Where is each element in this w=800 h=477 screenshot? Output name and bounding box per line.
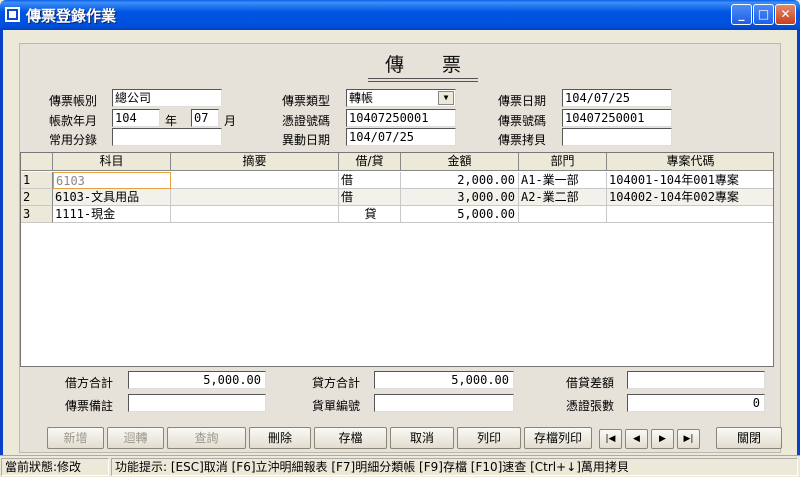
voucher-date-field[interactable]: 104/07/25 [562,89,672,107]
amount-cell[interactable]: 5,000.00 [401,206,519,223]
save-button[interactable]: 存檔 [314,427,387,449]
year-field[interactable]: 104 [112,109,160,127]
common-entry-label: 常用分錄 [49,133,98,147]
summary-cell[interactable] [171,206,339,223]
change-date-field[interactable]: 104/07/25 [346,128,456,146]
credit-total-field: 5,000.00 [374,371,514,389]
column-header[interactable]: 借/貸 [339,153,401,171]
column-header[interactable]: 部門 [519,153,607,171]
credit-total-label: 貸方合計 [312,376,361,390]
common-entry-field[interactable] [112,128,222,146]
diff-field [627,371,765,389]
order-no-field[interactable] [374,394,514,412]
table-row[interactable]: 2 6103-文具用品 借 3,000.00 A2-業二部 104002-104… [21,189,773,206]
voucher-copy-label: 傳票拷貝 [498,133,547,147]
title-underline [368,78,478,79]
summary-cell[interactable] [171,172,339,189]
title-bar: 傳票登錄作業 _ □ ✕ [0,0,800,30]
title-underline [368,81,478,82]
prev-record-icon[interactable]: ◀ [625,429,648,449]
row-number: 3 [21,206,53,223]
voucher-no-label: 傳票號碼 [498,114,547,128]
print-button[interactable]: 列印 [457,427,521,449]
column-header[interactable]: 金額 [401,153,519,171]
close-button[interactable]: 關閉 [716,427,782,449]
next-record-icon[interactable]: ▶ [651,429,674,449]
row-number: 2 [21,189,53,206]
debit-total-field: 5,000.00 [128,371,266,389]
dc-cell[interactable]: 借 [339,172,401,189]
subject-cell[interactable]: 6103-文具用品 [53,189,171,206]
project-cell[interactable]: 104001-104年001專案 [607,172,773,189]
amount-cell[interactable]: 3,000.00 [401,189,519,206]
project-cell[interactable]: 104002-104年002專案 [607,189,773,206]
app-icon[interactable] [5,7,20,22]
note-label: 傳票備註 [65,399,114,413]
debit-total-label: 借方合計 [65,376,114,390]
dept-cell[interactable] [519,206,607,223]
dept-cell[interactable]: A2-業二部 [519,189,607,206]
delete-button[interactable]: 刪除 [249,427,311,449]
cert-count-field[interactable]: 0 [627,394,765,412]
table-row[interactable]: 3 1111-現金 貸 5,000.00 [21,206,773,223]
status-bar: 當前狀態:修改 功能提示: [ESC]取消 [F6]立沖明細報表 [F7]明細分… [0,455,800,477]
first-record-icon[interactable]: |◀ [599,429,622,449]
grid-header: 科目 摘要 借/貸 金額 部門 專案代碼 [21,153,773,171]
summary-cell[interactable] [171,189,339,206]
status-hint: 功能提示: [ESC]取消 [F6]立沖明細報表 [F7]明細分類帳 [F9]存… [111,458,798,476]
voucher-no-field[interactable]: 10407250001 [562,109,672,127]
project-cell[interactable] [607,206,773,223]
subject-cell[interactable]: 1111-現金 [53,206,171,223]
form-title: 傳 票 [385,54,478,76]
last-record-icon[interactable]: ▶| [677,429,700,449]
status-state: 當前狀態:修改 [1,458,109,476]
chevron-down-icon[interactable]: ▼ [438,91,454,105]
cert-no-label: 憑證號碼 [282,114,331,128]
column-header[interactable]: 科目 [53,153,171,171]
note-field[interactable] [128,394,266,412]
year-unit-label: 年 [165,114,178,128]
cert-no-field[interactable]: 10407250001 [346,109,456,127]
window-title: 傳票登錄作業 [26,7,117,25]
dc-cell[interactable]: 借 [339,189,401,206]
voucher-date-label: 傳票日期 [498,94,547,108]
column-header[interactable]: 摘要 [171,153,339,171]
dept-cell[interactable]: A1-業一部 [519,172,607,189]
cancel-button[interactable]: 取消 [390,427,454,449]
voucher-type-select[interactable]: 轉帳 ▼ [346,89,456,107]
row-number: 1 [21,172,53,189]
dc-cell[interactable]: 貸 [339,206,401,223]
maximize-button[interactable]: □ [753,4,774,25]
account-label: 傳票帳別 [49,94,98,108]
subject-cell[interactable]: 6103 [53,172,171,189]
grid-corner [21,153,53,171]
year-month-label: 帳款年月 [49,114,98,128]
query-button[interactable]: 查詢 [167,427,246,449]
table-row[interactable]: 1 6103 借 2,000.00 A1-業一部 104001-104年001專… [21,172,773,189]
amount-cell[interactable]: 2,000.00 [401,172,519,189]
voucher-type-label: 傳票類型 [282,94,331,108]
voucher-copy-field[interactable] [562,128,672,146]
add-button[interactable]: 新增 [47,427,104,449]
month-field[interactable]: 07 [191,109,219,127]
close-window-button[interactable]: ✕ [775,4,796,25]
voucher-type-value: 轉帳 [349,91,374,105]
save-print-button[interactable]: 存檔列印 [524,427,592,449]
month-unit-label: 月 [224,114,237,128]
voucher-detail-grid[interactable]: 科目 摘要 借/貸 金額 部門 專案代碼 1 6103 借 2,000.00 A… [20,152,774,367]
account-field[interactable]: 總公司 [112,89,222,107]
change-date-label: 異動日期 [282,133,331,147]
reverse-button[interactable]: 迴轉 [107,427,164,449]
order-no-label: 貨單編號 [312,399,361,413]
column-header[interactable]: 專案代碼 [607,153,773,171]
diff-label: 借貸差額 [566,376,615,390]
cert-count-label: 憑證張數 [566,399,615,413]
minimize-button[interactable]: _ [731,4,752,25]
